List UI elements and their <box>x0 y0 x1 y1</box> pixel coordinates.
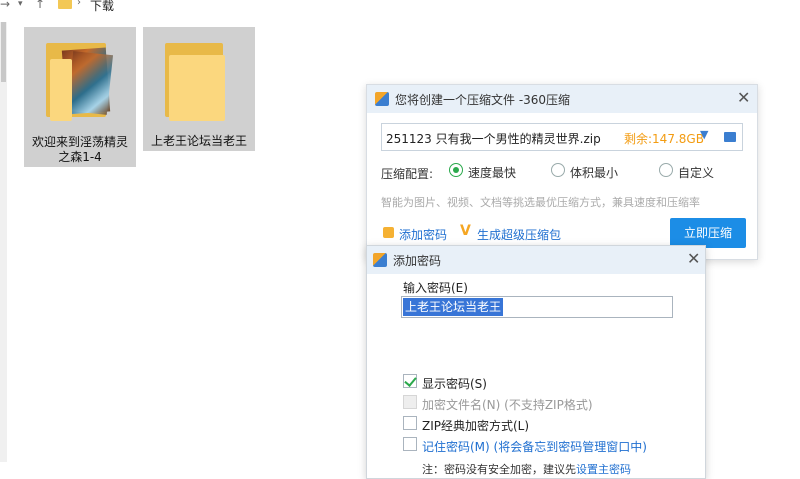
add-password-link[interactable]: 添加密码 <box>399 226 447 243</box>
scrollbar-thumb[interactable] <box>1 22 6 82</box>
super-package-link[interactable]: 生成超级压缩包 <box>477 226 561 243</box>
super-package-icon: V <box>460 223 471 239</box>
password-label: 输入密码(E) <box>403 281 468 295</box>
encrypt-filename-label: 加密文件名(N) (不支持ZIP格式) <box>422 398 593 412</box>
show-password-checkbox[interactable] <box>403 374 417 388</box>
folder-item[interactable]: 欢迎来到淫荡精灵 之森1-4 <box>24 27 136 167</box>
password-dialog: 添加密码 ✕ 输入密码(E) 上老王论坛当老王 显示密码(S) 加密文件名(N)… <box>366 245 706 479</box>
password-input[interactable]: 上老王论坛当老王 <box>401 296 673 318</box>
dialog-title: 添加密码 <box>393 254 442 268</box>
dialog-titlebar[interactable]: 添加密码 ✕ <box>367 246 705 274</box>
zip-classic-checkbox[interactable] <box>403 416 417 430</box>
chevron-down-icon[interactable]: ▼ <box>700 128 708 141</box>
output-file-field[interactable]: 251123 只有我一个男性的精灵世界.zip 剩余:147.8GB ▼ <box>381 123 743 151</box>
address-bar: → ▾ ↑ › 下载 <box>0 0 800 14</box>
show-password-label[interactable]: 显示密码(S) <box>422 375 487 392</box>
lock-icon <box>383 227 394 238</box>
radio-smallest-label[interactable]: 体积最小 <box>570 164 618 181</box>
browse-folder-icon[interactable] <box>724 132 736 142</box>
folder-icon <box>58 0 72 9</box>
dialog-title: 您将创建一个压缩文件 -360压缩 <box>395 93 571 107</box>
folder-name-line2: 之森1-4 <box>58 150 102 164</box>
set-master-password-link[interactable]: 设置主密码 <box>576 463 631 476</box>
radio-fastest-label[interactable]: 速度最快 <box>468 164 516 181</box>
remember-password-label[interactable]: 记住密码(M) (将会备忘到密码管理窗口中) <box>422 438 647 455</box>
dialog-titlebar[interactable]: 您将创建一个压缩文件 -360压缩 ✕ <box>367 85 757 113</box>
forward-icon[interactable]: → <box>0 0 10 11</box>
remember-password-checkbox[interactable] <box>403 437 417 451</box>
app-icon <box>373 253 387 267</box>
encrypt-filename-checkbox <box>403 395 417 409</box>
note-text: 注：密码没有安全加密，建议先 <box>422 463 576 476</box>
folder-item[interactable]: 上老王论坛当老王 <box>143 27 255 151</box>
app-icon <box>375 92 389 106</box>
folder-name: 欢迎来到淫荡精灵 <box>31 135 128 149</box>
security-note: 注：密码没有安全加密，建议先设置主密码 <box>422 461 631 477</box>
chevron-down-icon[interactable]: ▾ <box>18 0 23 9</box>
folder-icon <box>46 39 114 125</box>
free-space-text: 剩余:147.8GB <box>624 132 704 146</box>
vertical-scrollbar[interactable] <box>0 22 7 462</box>
close-icon[interactable]: ✕ <box>737 90 750 106</box>
radio-custom-label[interactable]: 自定义 <box>678 164 714 181</box>
config-label: 压缩配置: <box>381 167 434 181</box>
radio-fastest[interactable] <box>449 163 463 177</box>
compress-now-button[interactable]: 立即压缩 <box>670 218 746 248</box>
config-hint: 智能为图片、视频、文档等挑选最优压缩方式，兼具速度和压缩率 <box>381 196 700 209</box>
folder-name: 上老王论坛当老王 <box>150 134 247 148</box>
chevron-right-icon: › <box>77 0 81 8</box>
zip-classic-label[interactable]: ZIP经典加密方式(L) <box>422 417 529 434</box>
breadcrumb-current[interactable]: 下载 <box>90 0 114 14</box>
radio-custom[interactable] <box>659 163 673 177</box>
output-filename[interactable]: 251123 只有我一个男性的精灵世界.zip <box>386 130 601 147</box>
folder-icon <box>165 39 233 125</box>
radio-smallest[interactable] <box>551 163 565 177</box>
desktop-screen: → ▾ ↑ › 下载 欢迎来到淫荡精灵 之森1-4 上老王论坛当老王 您将创建一… <box>0 0 800 479</box>
close-icon[interactable]: ✕ <box>687 251 700 267</box>
compress-dialog: 您将创建一个压缩文件 -360压缩 ✕ 251123 只有我一个男性的精灵世界.… <box>366 84 758 260</box>
up-arrow-icon[interactable]: ↑ <box>35 0 45 11</box>
password-text[interactable]: 上老王论坛当老王 <box>403 298 504 316</box>
